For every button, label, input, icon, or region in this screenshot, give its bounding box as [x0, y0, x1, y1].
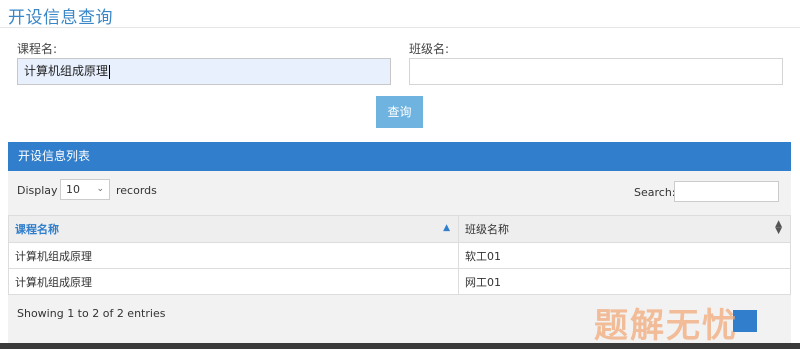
- table-cell-class: 软工01: [458, 242, 791, 269]
- page-length-value: 10: [66, 183, 80, 196]
- table-info: Showing 1 to 2 of 2 entries: [17, 307, 166, 320]
- search-input[interactable]: [674, 181, 779, 202]
- query-button[interactable]: 查询: [376, 96, 423, 128]
- table-row[interactable]: 计算机组成原理 软工01: [8, 242, 791, 269]
- column-header-course-label: 课程名称: [15, 223, 59, 236]
- column-header-class[interactable]: 班级名称 ▲ ▼: [458, 215, 791, 243]
- table-header-row: 课程名称 ▲ 班级名称 ▲ ▼: [8, 215, 791, 243]
- text-caret: [109, 64, 111, 79]
- watermark-logo: 题解无忧: [594, 306, 738, 346]
- table-cell-class: 网工01: [458, 268, 791, 295]
- chevron-down-icon: ⌄: [96, 184, 104, 194]
- course-name-input[interactable]: 计算机组成原理: [17, 58, 391, 85]
- table-cell-course: 计算机组成原理: [8, 242, 459, 269]
- table-row[interactable]: 计算机组成原理 网工01: [8, 268, 791, 295]
- page-length-select[interactable]: 10 ⌄: [60, 179, 110, 200]
- records-label: records: [116, 184, 157, 197]
- course-name-label: 课程名:: [17, 42, 58, 56]
- column-header-course[interactable]: 课程名称 ▲: [8, 215, 459, 243]
- title-divider: [0, 27, 800, 28]
- page-title: 开设信息查询: [8, 8, 113, 28]
- course-name-value: 计算机组成原理: [24, 64, 109, 78]
- class-name-input[interactable]: [409, 58, 783, 85]
- results-table: 课程名称 ▲ 班级名称 ▲ ▼ 计算机组成原理 软工01 计算机组成原理 网工01: [8, 215, 791, 295]
- table-cell-course: 计算机组成原理: [8, 268, 459, 295]
- panel-header: 开设信息列表: [8, 142, 791, 171]
- search-label: Search:: [634, 186, 676, 199]
- sort-ascending-icon: ▲: [443, 223, 450, 233]
- class-name-label: 班级名:: [409, 42, 450, 56]
- bottom-edge: [0, 343, 800, 349]
- column-header-class-label: 班级名称: [465, 223, 509, 236]
- sort-both-icon: ▲ ▼: [775, 219, 782, 236]
- display-label: Display: [17, 184, 58, 197]
